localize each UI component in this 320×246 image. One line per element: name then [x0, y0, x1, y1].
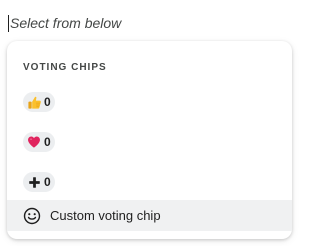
voting-chip-thumbs-up[interactable]: 0 [23, 92, 55, 112]
voting-chip-heart[interactable]: 0 [23, 132, 55, 152]
section-header-voting-chips: VOTING CHIPS [23, 62, 107, 73]
chip-count: 0 [44, 135, 51, 149]
text-caret [8, 14, 9, 32]
chip-option-thumbs-up[interactable]: 0 [7, 87, 292, 117]
search-input[interactable] [10, 15, 270, 31]
plus-icon [26, 174, 42, 190]
thumbs-up-icon [26, 94, 42, 110]
custom-voting-chip-option[interactable]: Custom voting chip [7, 200, 292, 231]
red-heart-icon [26, 134, 42, 150]
page: VOTING CHIPS 0 [0, 0, 300, 246]
custom-voting-chip-label: Custom voting chip [50, 208, 161, 223]
voting-chip-plus[interactable]: 0 [23, 172, 55, 192]
chip-count: 0 [44, 175, 51, 189]
search-field[interactable] [8, 12, 270, 34]
dropdown-menu: VOTING CHIPS 0 0 0 Custom voting chip [7, 41, 292, 239]
chip-option-heart[interactable]: 0 [7, 127, 292, 157]
chip-count: 0 [44, 95, 51, 109]
chip-option-plus[interactable]: 0 [7, 167, 292, 197]
smiley-face-icon [23, 207, 41, 225]
